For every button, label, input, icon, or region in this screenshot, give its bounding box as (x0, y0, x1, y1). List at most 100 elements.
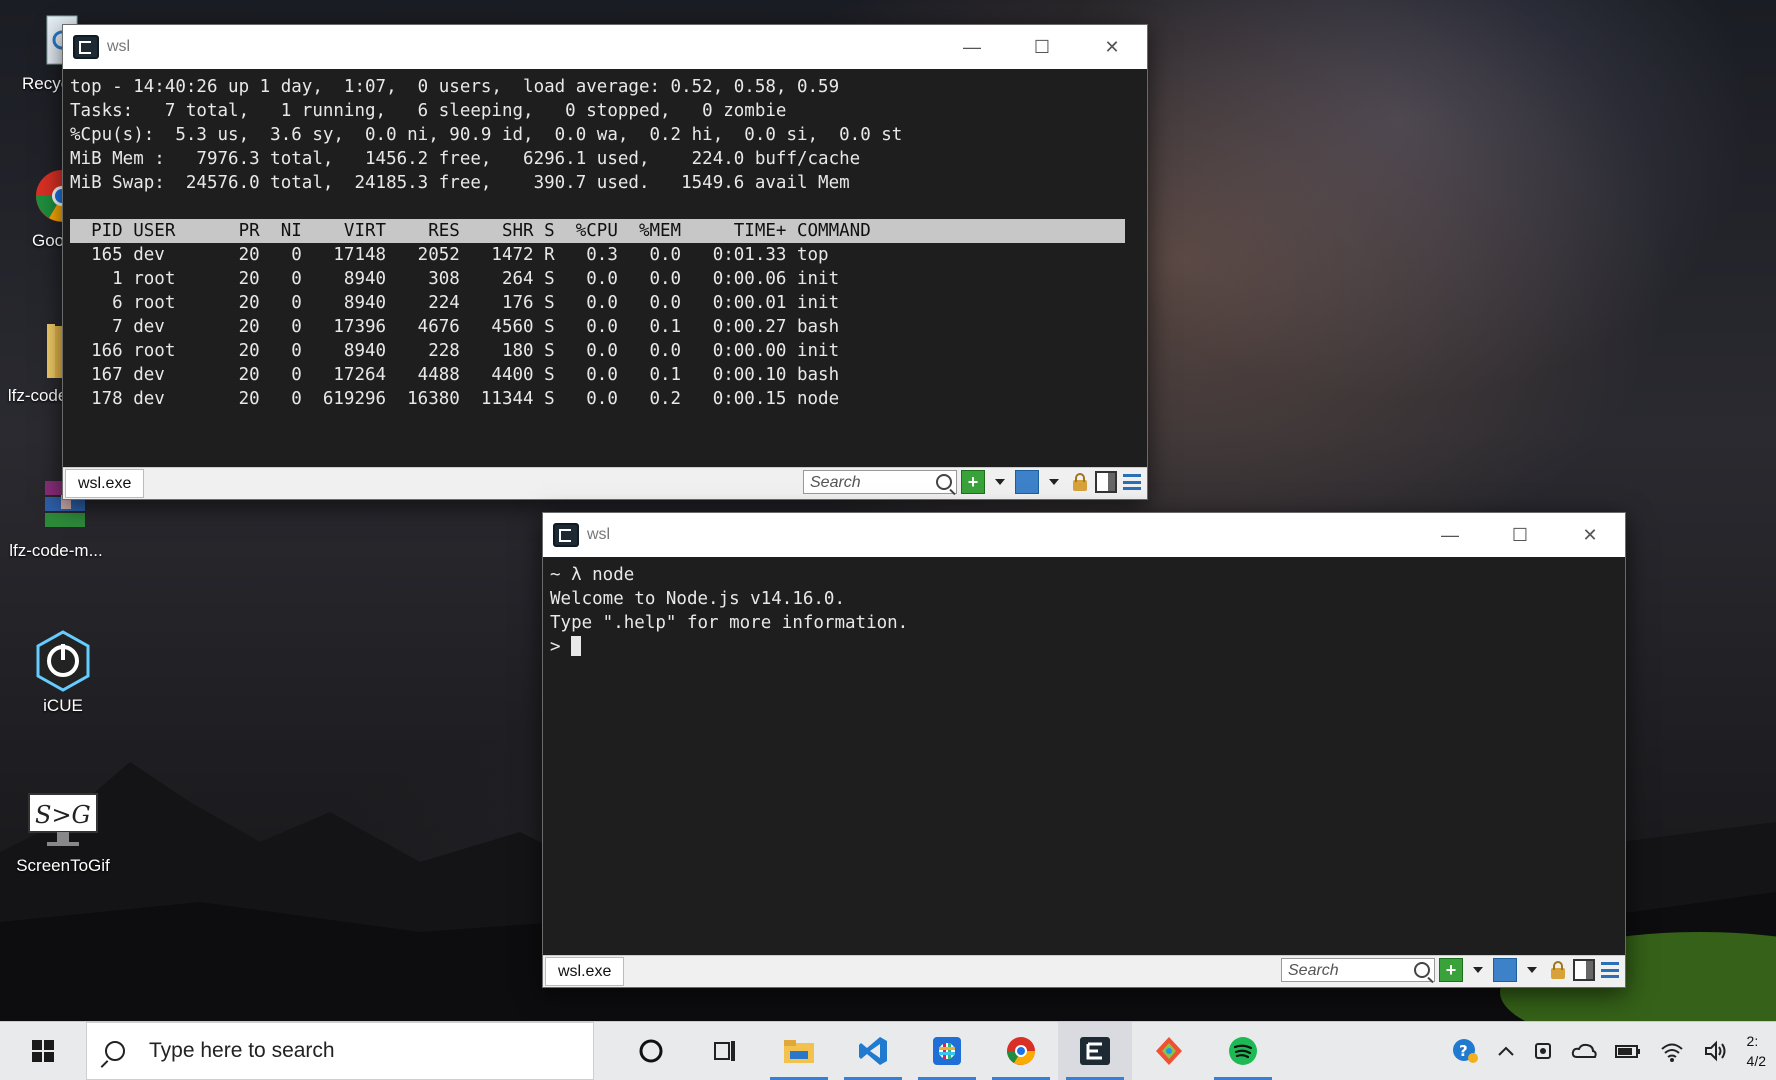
maximize-button[interactable]: ☐ (1485, 513, 1555, 557)
taskbar-search-box[interactable]: Type here to search (86, 1022, 594, 1080)
search-placeholder: Search (1288, 962, 1339, 979)
terminal-window-top[interactable]: wsl — ☐ ✕ top - 14:40:26 up 1 day, 1:07,… (62, 24, 1148, 500)
task-view-button[interactable] (688, 1022, 762, 1080)
search-placeholder: Search (810, 474, 861, 491)
conemu-icon (553, 523, 579, 547)
taskbar-slack[interactable] (910, 1022, 984, 1080)
svg-text:?: ? (1459, 1042, 1468, 1060)
close-button[interactable]: ✕ (1077, 25, 1147, 69)
title-bar[interactable]: wsl — ☐ ✕ (63, 25, 1147, 69)
status-bar: wsl.exe Search + (63, 467, 1147, 499)
console-list-dropdown[interactable] (1043, 471, 1065, 493)
text-cursor (571, 636, 582, 656)
desktop-icon-icue[interactable]: iCUE (13, 630, 113, 716)
cortana-circle-icon (639, 1039, 663, 1063)
process-row: 6 root 20 0 8940 224 176 S 0.0 0.0 0:00.… (70, 293, 840, 313)
lock-icon (1073, 473, 1087, 491)
chevron-down-icon (1473, 967, 1483, 973)
search-icon (1414, 962, 1430, 978)
clock-date: 4/2 (1746, 1053, 1766, 1069)
lock-button[interactable] (1069, 471, 1091, 493)
search-field[interactable]: Search (803, 470, 957, 494)
console-tab[interactable]: wsl.exe (65, 469, 145, 498)
start-button[interactable] (0, 1022, 86, 1080)
panel-toggle-button[interactable] (1095, 471, 1117, 493)
repl-prompt: > (550, 637, 572, 657)
split-panel-icon (1573, 959, 1595, 981)
taskbar-conemu[interactable] (1058, 1022, 1132, 1080)
taskbar-sourcetree[interactable] (1132, 1022, 1206, 1080)
process-row: 167 dev 20 0 17264 4488 4400 S 0.0 0.1 0… (70, 365, 840, 385)
taskbar-search-placeholder: Type here to search (149, 1039, 335, 1062)
close-button[interactable]: ✕ (1555, 513, 1625, 557)
console-list-dropdown[interactable] (1521, 959, 1543, 981)
taskbar-vscode[interactable] (836, 1022, 910, 1080)
chevron-down-icon (995, 479, 1005, 485)
console-tab[interactable]: wsl.exe (545, 957, 625, 986)
help-icon[interactable]: ? (1451, 1037, 1479, 1065)
terminal-line: MiB Swap: 24576.0 total, 24185.3 free, 3… (70, 173, 850, 193)
split-panel-icon (1095, 471, 1117, 493)
new-console-dropdown[interactable] (1467, 959, 1489, 981)
console-list-button[interactable] (1015, 470, 1039, 494)
meet-now-icon[interactable] (1533, 1040, 1553, 1062)
terminal-window-node[interactable]: wsl — ☐ ✕ ~ λ node Welcome to Node.js v14… (542, 512, 1626, 988)
process-row: 165 dev 20 0 17148 2052 1472 R 0.3 0.0 0… (70, 245, 829, 265)
desktop-icon-screentogif[interactable]: S>G ScreenToGif (13, 790, 113, 876)
system-tray: ? 2: 4/2 (1451, 1022, 1776, 1080)
chevron-down-icon (1527, 967, 1537, 973)
console-list-button[interactable] (1493, 958, 1517, 982)
conemu-icon (73, 35, 99, 59)
terminal-line: top - 14:40:26 up 1 day, 1:07, 0 users, … (70, 77, 840, 97)
taskbar-file-explorer[interactable] (762, 1022, 836, 1080)
cortana-button[interactable] (614, 1022, 688, 1080)
screentogif-icon: S>G (27, 790, 99, 852)
battery-icon[interactable] (1614, 1043, 1641, 1059)
desktop-icon-label: iCUE (43, 696, 83, 715)
menu-button[interactable] (1121, 471, 1143, 493)
file-explorer-icon (784, 1040, 814, 1063)
process-row: 7 dev 20 0 17396 4676 4560 S 0.0 0.1 0:0… (70, 317, 840, 337)
panel-toggle-button[interactable] (1573, 959, 1595, 981)
terminal-output[interactable]: ~ λ node Welcome to Node.js v14.16.0. Type… (543, 557, 1625, 961)
minimize-button[interactable]: — (937, 25, 1007, 69)
taskbar-chrome[interactable] (984, 1022, 1058, 1080)
title-bar[interactable]: wsl — ☐ ✕ (543, 513, 1625, 557)
chevron-down-icon (1049, 479, 1059, 485)
terminal-line: Tasks: 7 total, 1 running, 6 sleeping, 0… (70, 101, 787, 121)
new-console-button[interactable]: + (961, 470, 985, 494)
conemu-icon (1080, 1037, 1110, 1065)
lock-button[interactable] (1547, 959, 1569, 981)
new-console-dropdown[interactable] (989, 471, 1011, 493)
search-icon (936, 474, 952, 490)
hamburger-menu-icon (1601, 962, 1619, 978)
search-icon (105, 1041, 125, 1061)
terminal-output[interactable]: top - 14:40:26 up 1 day, 1:07, 0 users, … (63, 69, 1147, 473)
menu-button[interactable] (1599, 959, 1621, 981)
wifi-icon[interactable] (1659, 1040, 1685, 1062)
maximize-button[interactable]: ☐ (1007, 25, 1077, 69)
desktop-icon-label: ScreenToGif (16, 856, 110, 875)
new-console-button[interactable]: + (1439, 958, 1463, 982)
chevron-up-icon[interactable] (1497, 1044, 1515, 1058)
taskbar-spotify[interactable] (1206, 1022, 1280, 1080)
spotify-icon (1229, 1037, 1257, 1065)
desktop-icon-label: lfz-code-m... (9, 541, 103, 560)
volume-icon[interactable] (1703, 1040, 1729, 1062)
search-field[interactable]: Search (1281, 958, 1435, 982)
shell-prompt-line: ~ λ node (550, 565, 635, 585)
clock[interactable]: 2: 4/2 (1747, 1031, 1766, 1071)
windows-logo-icon (32, 1040, 54, 1062)
terminal-line: %Cpu(s): 5.3 us, 3.6 sy, 0.0 ni, 90.9 id… (70, 125, 903, 145)
clock-time: 2: (1746, 1033, 1759, 1049)
vscode-icon (859, 1037, 887, 1065)
window-title: wsl (107, 38, 131, 55)
minimize-button[interactable]: — (1415, 513, 1485, 557)
repl-prompt-line[interactable]: > (550, 635, 1618, 659)
task-view-icon (714, 1041, 735, 1061)
slack-icon (933, 1037, 961, 1065)
process-row: 1 root 20 0 8940 308 264 S 0.0 0.0 0:00.… (70, 269, 840, 289)
icue-icon (32, 630, 94, 692)
git-app-icon (1156, 1037, 1182, 1065)
onedrive-icon[interactable] (1571, 1042, 1597, 1060)
